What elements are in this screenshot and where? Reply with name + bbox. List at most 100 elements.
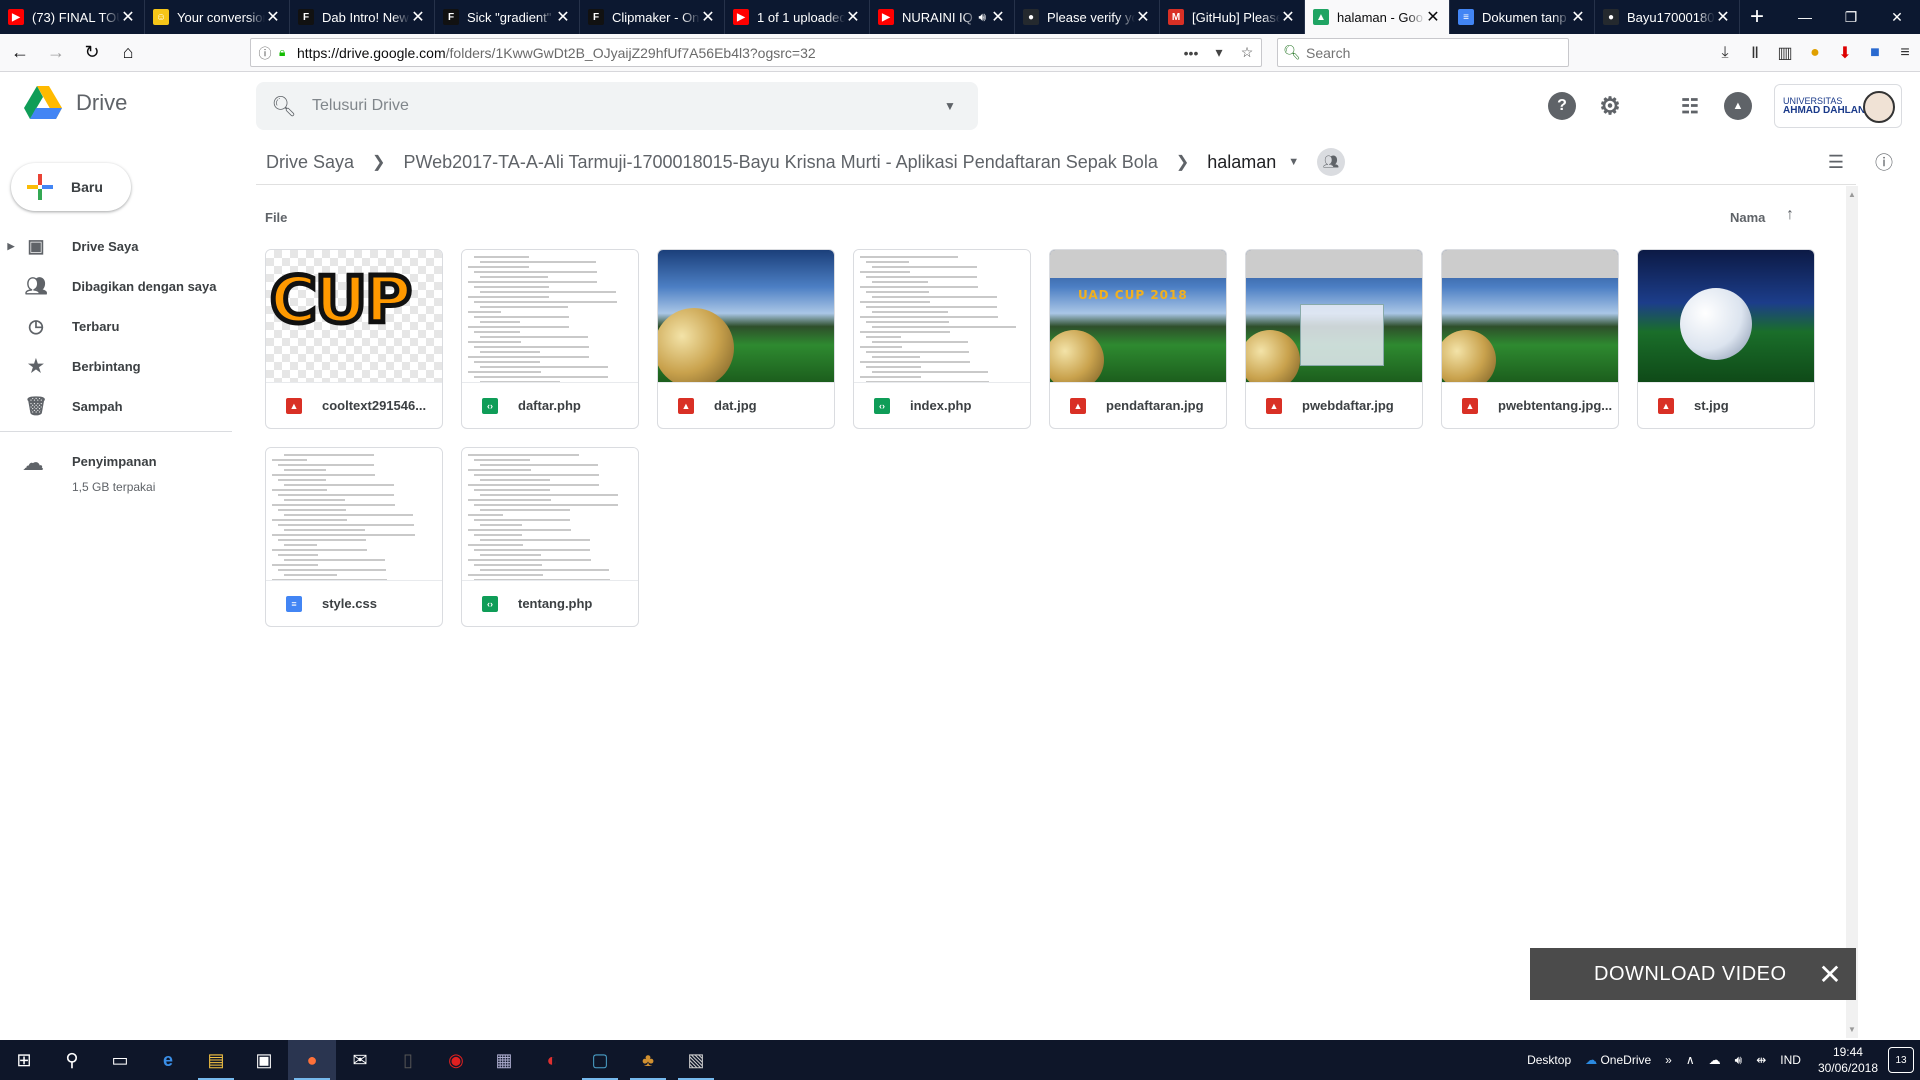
browser-tab[interactable]: ● Please verify yo ✕ <box>1015 0 1160 34</box>
file-card[interactable]: UAD CUP 2018 ▲ pendaftaran.jpg <box>1049 249 1227 429</box>
close-tab-icon[interactable]: ✕ <box>120 7 136 27</box>
library-icon[interactable]: Ⅱ <box>1740 43 1770 63</box>
drive-logo[interactable]: Drive <box>24 86 127 120</box>
breadcrumb-root[interactable]: Drive Saya <box>266 152 354 173</box>
game-app-icon[interactable]: ♣ <box>624 1040 672 1080</box>
file-meta[interactable]: ▲ dat.jpg <box>658 382 834 428</box>
sidebar-item-terbaru[interactable]: ◷ Terbaru <box>0 306 232 346</box>
close-tab-icon[interactable]: ✕ <box>1715 7 1731 27</box>
media-app-icon[interactable]: ▧ <box>672 1040 720 1080</box>
file-card[interactable]: ≡ style.css <box>265 447 443 627</box>
home-button[interactable]: ⌂ <box>112 37 144 69</box>
file-meta[interactable]: ▲ cooltext291546... <box>266 382 442 428</box>
close-icon[interactable]: ✕ <box>1814 958 1846 990</box>
close-tab-icon[interactable]: ✕ <box>1425 7 1441 27</box>
file-explorer-icon[interactable]: ▤ <box>192 1040 240 1080</box>
scroll-up-icon[interactable]: ▲ <box>1848 190 1856 199</box>
browser-tab[interactable]: ▶ 1 of 1 uploaded ✕ <box>725 0 870 34</box>
file-meta[interactable]: ‹› tentang.php <box>462 580 638 626</box>
file-thumbnail[interactable] <box>658 250 834 382</box>
browser-tab[interactable]: ☺ Your conversion ✕ <box>145 0 290 34</box>
close-tab-icon[interactable]: ✕ <box>410 7 426 27</box>
browser-tab[interactable]: ▶ NURAINI IQ 🔊︎ ✕ <box>870 0 1015 34</box>
file-meta[interactable]: ▲ pendaftaran.jpg <box>1050 382 1226 428</box>
list-view-icon[interactable]: ☰ <box>1824 150 1848 174</box>
notifications-icon[interactable]: ▲ <box>1724 92 1752 120</box>
window-close-icon[interactable]: ✕ <box>1874 0 1920 34</box>
breadcrumb-parent-folder[interactable]: PWeb2017-TA-A-Ali Tarmuji-1700018015-Bay… <box>403 152 1157 173</box>
shared-folder-icon[interactable]: 👥︎ <box>1317 148 1346 176</box>
browser-tab[interactable]: F Dab Intro! New ✕ <box>290 0 435 34</box>
file-card[interactable]: ‹› tentang.php <box>461 447 639 627</box>
sidebar-item-sampah[interactable]: 🗑︎ Sampah <box>0 386 232 426</box>
store-icon[interactable]: ▣ <box>240 1040 288 1080</box>
browser-tab[interactable]: ≡ Dokumen tanp ✕ <box>1450 0 1595 34</box>
volume-icon[interactable]: 🔊︎ <box>1735 1053 1743 1068</box>
cloud-sync-icon[interactable]: ☁︎ <box>1709 1053 1721 1067</box>
info-icon[interactable]: ⓘ <box>1872 150 1896 174</box>
download-video-bar[interactable]: DOWNLOAD VIDEO ✕ <box>1530 948 1856 1000</box>
bookmark-star-icon[interactable]: ☆ <box>1233 44 1261 61</box>
file-thumbnail[interactable] <box>266 448 442 580</box>
file-meta[interactable]: ▲ st.jpg <box>1638 382 1814 428</box>
drive-search-input[interactable]: 🔍︎ Telusuri Drive ▼ <box>256 82 978 130</box>
show-hidden-icons-icon[interactable]: ∧ <box>1686 1053 1695 1067</box>
edge-icon[interactable]: e <box>144 1040 192 1080</box>
browser-tab[interactable]: ▲ halaman - Goo ✕ <box>1305 0 1450 34</box>
page-actions-icon[interactable]: ••• <box>1177 45 1205 61</box>
sidebar-item-drive-saya[interactable]: ▶ ▣ Drive Saya <box>0 226 232 266</box>
menu-icon[interactable]: ≡ <box>1890 44 1920 62</box>
site-info-icon[interactable]: ⓘ <box>251 43 279 62</box>
clock[interactable]: 19:44 30/06/2018 <box>1818 1044 1878 1076</box>
close-tab-icon[interactable]: ✕ <box>990 7 1006 27</box>
sort-ascending-icon[interactable]: ↑ <box>1786 206 1794 224</box>
action-center-icon[interactable]: 13 <box>1888 1047 1914 1073</box>
new-tab-button[interactable]: + <box>1740 0 1774 34</box>
search-engine-icon[interactable]: 🔍︎ <box>1278 44 1306 61</box>
browser-tab[interactable]: F Clipmaker - On ✕ <box>580 0 725 34</box>
restore-icon[interactable]: ❐ <box>1828 0 1874 34</box>
browser-tab[interactable]: ▶ (73) FINAL TOU ✕ <box>0 0 145 34</box>
task-view-icon[interactable]: ▭ <box>96 1040 144 1080</box>
sidebar-toggle-icon[interactable]: ▥ <box>1770 43 1800 63</box>
file-card[interactable]: ▲ pwebdaftar.jpg <box>1245 249 1423 429</box>
red-app-icon[interactable]: ◉ <box>432 1040 480 1080</box>
account-chip[interactable]: UNIVERSITAS AHMAD DAHLAN <box>1774 84 1902 128</box>
mail-icon[interactable]: ✉ <box>336 1040 384 1080</box>
file-thumbnail[interactable]: CUP <box>266 250 442 382</box>
close-tab-icon[interactable]: ✕ <box>265 7 281 27</box>
language-indicator[interactable]: IND <box>1780 1053 1801 1067</box>
forward-button[interactable]: → <box>40 37 72 69</box>
file-meta[interactable]: ≡ style.css <box>266 580 442 626</box>
url-text[interactable]: https://drive.google.com/folders/1KwwGwD… <box>297 45 1177 61</box>
network-icon[interactable]: ⇹ <box>1756 1053 1766 1067</box>
breadcrumb-current-folder[interactable]: halaman <box>1207 152 1276 173</box>
speaker-icon[interactable]: 🔊︎ <box>978 10 986 25</box>
file-card[interactable]: ▲ st.jpg <box>1637 249 1815 429</box>
close-tab-icon[interactable]: ✕ <box>555 7 571 27</box>
browser-search-box[interactable]: 🔍︎ Search <box>1277 38 1569 67</box>
file-meta[interactable]: ▲ pwebtentang.jpg... <box>1442 382 1618 428</box>
folder-menu-caret-icon[interactable]: ▼ <box>1288 156 1299 168</box>
file-meta[interactable]: ‹› index.php <box>854 382 1030 428</box>
reload-button[interactable]: ↻ <box>76 37 108 69</box>
search-icon[interactable]: 🔍︎ <box>256 94 312 119</box>
search-icon[interactable]: ⚲ <box>48 1040 96 1080</box>
address-bar[interactable]: ⓘ 🔒︎ https://drive.google.com/folders/1K… <box>250 38 1262 67</box>
file-thumbnail[interactable] <box>1638 250 1814 382</box>
extension-icon[interactable]: ● <box>1800 44 1830 62</box>
file-thumbnail[interactable]: UAD CUP 2018 <box>1050 250 1226 382</box>
garena-icon[interactable]: ◐ <box>528 1040 576 1080</box>
close-tab-icon[interactable]: ✕ <box>1570 7 1586 27</box>
avatar[interactable] <box>1863 91 1895 123</box>
new-button[interactable]: Baru <box>11 163 131 211</box>
settings-gear-icon[interactable]: ⚙ <box>1596 92 1624 120</box>
scrollbar[interactable]: ▲ ▼ <box>1846 186 1858 1038</box>
fox-app-icon[interactable]: ▢ <box>576 1040 624 1080</box>
browser-tab[interactable]: ● Bayu170001801 ✕ <box>1595 0 1740 34</box>
file-card[interactable]: ‹› index.php <box>853 249 1031 429</box>
download-helper-icon[interactable]: ⬇ <box>1830 43 1860 63</box>
downloads-icon[interactable]: ⤓ <box>1710 44 1740 62</box>
download-video-label[interactable]: DOWNLOAD VIDEO <box>1594 963 1787 986</box>
sidebar-item-dibagikan-dengan-saya[interactable]: 👥︎ Dibagikan dengan saya <box>0 266 232 306</box>
